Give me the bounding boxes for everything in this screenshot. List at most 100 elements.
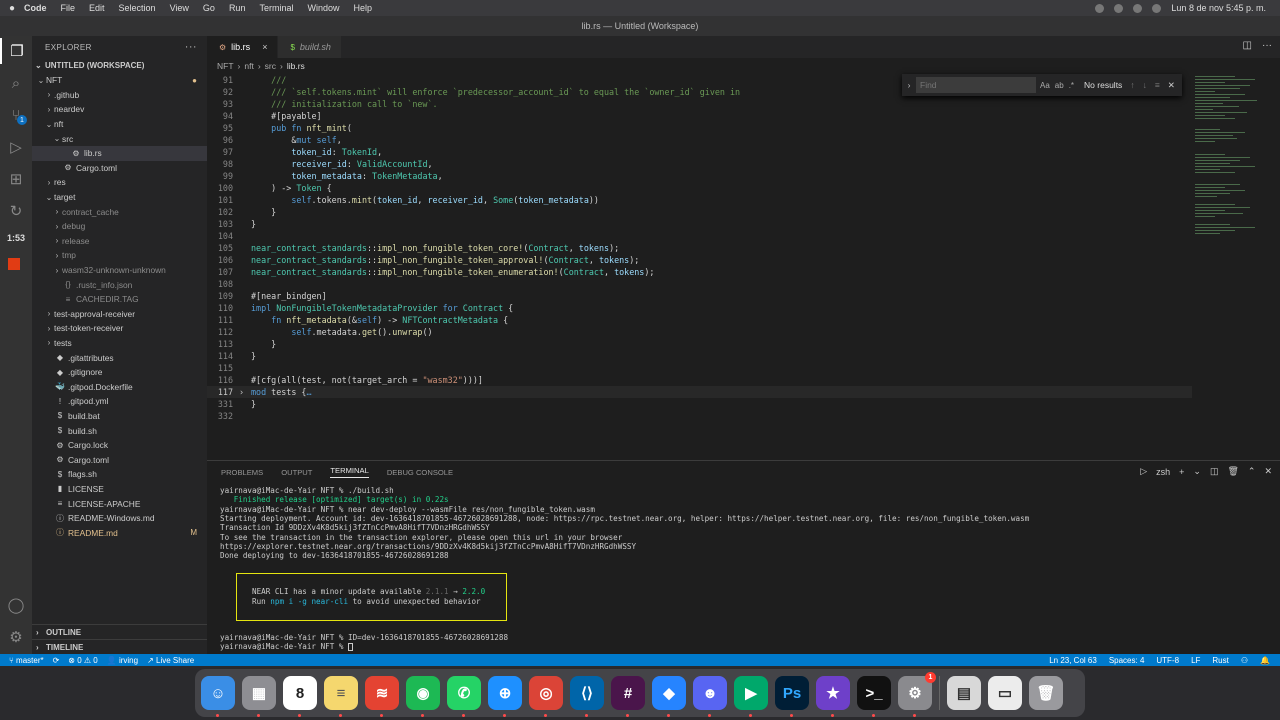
close-icon[interactable]: ✕ [1168, 80, 1175, 91]
code-line[interactable]: 100 ) -> Token { [207, 182, 1192, 194]
folder-item[interactable]: ⌄ target [32, 190, 207, 205]
code-line[interactable]: 95 pub fn nft_mint( [207, 122, 1192, 134]
imovie-icon[interactable]: ★ [816, 676, 850, 717]
user-indicator[interactable]: 👤 irving [107, 656, 138, 665]
timeline-section[interactable]: › TIMELINE [32, 639, 207, 654]
status-icon[interactable] [1114, 3, 1124, 13]
folder-item[interactable]: › contract_cache [32, 204, 207, 219]
file-item[interactable]: ⚙ Cargo.toml [32, 452, 207, 467]
breadcrumb-item[interactable]: lib.rs [287, 61, 305, 71]
arrow-down-icon[interactable]: ↓ [1143, 80, 1147, 90]
spotify-icon[interactable]: ◉ [406, 676, 440, 717]
folder-item[interactable]: › neardev [32, 102, 207, 117]
discord-icon[interactable]: ☻ [693, 676, 727, 717]
preview-icon[interactable]: ▭ [988, 676, 1022, 710]
file-item[interactable]: ! .gitpod.yml [32, 394, 207, 409]
code-line[interactable]: 93 /// initialization call to `new`. [207, 98, 1192, 110]
folder-item[interactable]: › wasm32-unknown-unknown [32, 263, 207, 278]
trash-icon[interactable]: 🗑 [1227, 466, 1238, 477]
file-item[interactable]: $ build.bat [32, 409, 207, 424]
match-word-toggle[interactable]: ab [1055, 81, 1064, 90]
sync-icon[interactable]: ⟳ [53, 656, 60, 665]
menu-app-code[interactable]: Code [24, 3, 47, 13]
status-icon[interactable] [1095, 3, 1105, 13]
terminal-icon[interactable]: ▷ [1140, 466, 1147, 477]
match-case-toggle[interactable]: Aa [1040, 81, 1050, 90]
terminal-icon[interactable]: >_ [857, 676, 891, 717]
code-line[interactable]: 105 near_contract_standards::impl_non_fun… [207, 242, 1192, 254]
more-actions-icon[interactable]: ··· [1262, 40, 1272, 51]
minimap[interactable] [1192, 74, 1272, 274]
folder-item[interactable]: › tests [32, 336, 207, 351]
code-line[interactable]: 116 #[cfg(all(test, not(target_arch = "wa… [207, 374, 1192, 386]
meet-icon[interactable]: ▶ [734, 676, 768, 717]
close-icon[interactable]: × [262, 42, 267, 52]
split-editor-icon[interactable]: ◫ [1243, 40, 1252, 51]
file-item[interactable]: ⚙ Cargo.toml [32, 161, 207, 176]
notifications-icon[interactable]: 🔔 [1260, 656, 1270, 665]
code-line[interactable]: 108 [207, 278, 1192, 290]
split-terminal-icon[interactable]: ◫ [1210, 466, 1219, 477]
source-control-icon[interactable]: ⑂ 1 [0, 102, 32, 128]
run-debug-icon[interactable]: ▷ [0, 134, 32, 160]
breadcrumb-item[interactable]: NFT [217, 61, 234, 71]
code-line[interactable]: 97 token_id: TokenId, [207, 146, 1192, 158]
folder-item[interactable]: › res [32, 175, 207, 190]
folder-item[interactable]: › tmp [32, 248, 207, 263]
folder-item[interactable]: ⌄ src [32, 131, 207, 146]
file-item[interactable]: 🐳 .gitpod.Dockerfile [32, 379, 207, 394]
notes-icon[interactable]: ≡ [324, 676, 358, 717]
maximize-icon[interactable]: ⌃ [1248, 466, 1256, 477]
code-line[interactable]: 102 } [207, 206, 1192, 218]
file-item[interactable]: ≡ LICENSE-APACHE [32, 496, 207, 511]
regex-toggle[interactable]: .* [1069, 81, 1074, 90]
file-item[interactable]: $ build.sh [32, 423, 207, 438]
code-view[interactable]: 91 /// 92 /// `self.tokens.mint` will enf… [207, 74, 1192, 460]
language-mode[interactable]: Rust [1212, 656, 1228, 665]
chrome-icon[interactable]: ◎ [529, 676, 563, 717]
code-line[interactable]: 99 token_metadata: TokenMetadata, [207, 170, 1192, 182]
account-icon[interactable]: ◯ [0, 592, 32, 618]
tab-lib-rs[interactable]: ⚙ lib.rs × [207, 36, 279, 58]
apple-icon[interactable]: ● [0, 3, 24, 14]
settings-icon[interactable]: ⚙ 1 [898, 672, 936, 717]
finder-icon[interactable]: ☺ [201, 676, 235, 717]
trash-icon[interactable]: 🗑 [1029, 676, 1063, 710]
photoshop-icon[interactable]: Ps [775, 676, 809, 717]
code-line[interactable]: 117 › mod tests {… [207, 386, 1192, 398]
todoist-icon[interactable]: ≋ [365, 676, 399, 717]
folder-item[interactable]: ⌄ NFT ● [32, 73, 207, 88]
add-icon[interactable]: + [1179, 467, 1184, 477]
safari-icon[interactable]: ⊕ [488, 676, 522, 717]
menu-selection[interactable]: Selection [119, 3, 156, 13]
tab-output[interactable]: OUTPUT [281, 468, 312, 477]
code-line[interactable]: 101 self.tokens.mint(token_id, receiver_… [207, 194, 1192, 206]
code-line[interactable]: 107 near_contract_standards::impl_non_fun… [207, 266, 1192, 278]
indentation[interactable]: Spaces: 4 [1109, 656, 1145, 665]
find-input[interactable] [916, 77, 1036, 93]
code-line[interactable]: 103} [207, 218, 1192, 230]
toggle-replace-icon[interactable]: › [902, 80, 916, 90]
menu-window[interactable]: Window [307, 3, 339, 13]
extensions-icon[interactable]: ⊞ [0, 166, 32, 192]
code-line[interactable]: 110 impl NonFungibleTokenMetadataProvider… [207, 302, 1192, 314]
more-actions-icon[interactable]: ··· [185, 41, 197, 53]
folder-item[interactable]: › release [32, 234, 207, 249]
close-icon[interactable]: ✕ [1264, 466, 1272, 477]
whatsapp-icon[interactable]: ✆ [447, 676, 481, 717]
terminal-shell-label[interactable]: zsh [1156, 467, 1170, 477]
file-item[interactable]: ◆ .gitignore [32, 365, 207, 380]
folder-item[interactable]: › test-token-receiver [32, 321, 207, 336]
search-icon[interactable]: ⌕ [0, 70, 32, 96]
code-line[interactable]: 96 &mut self, [207, 134, 1192, 146]
launchpad-icon[interactable]: ▦ [242, 676, 276, 717]
code-line[interactable]: 109 #[near_bindgen] [207, 290, 1192, 302]
file-item[interactable]: ⓘ README-Windows.md [32, 511, 207, 526]
menu-run[interactable]: Run [229, 3, 246, 13]
wifi-icon[interactable] [1133, 3, 1143, 13]
search-icon[interactable] [1152, 3, 1162, 13]
tab-build-sh[interactable]: $ build.sh [278, 36, 342, 58]
settings-gear-icon[interactable]: ⚙ [0, 624, 32, 650]
cursor-position[interactable]: Ln 23, Col 63 [1049, 656, 1097, 665]
documents-icon[interactable]: ▤ [947, 676, 981, 710]
